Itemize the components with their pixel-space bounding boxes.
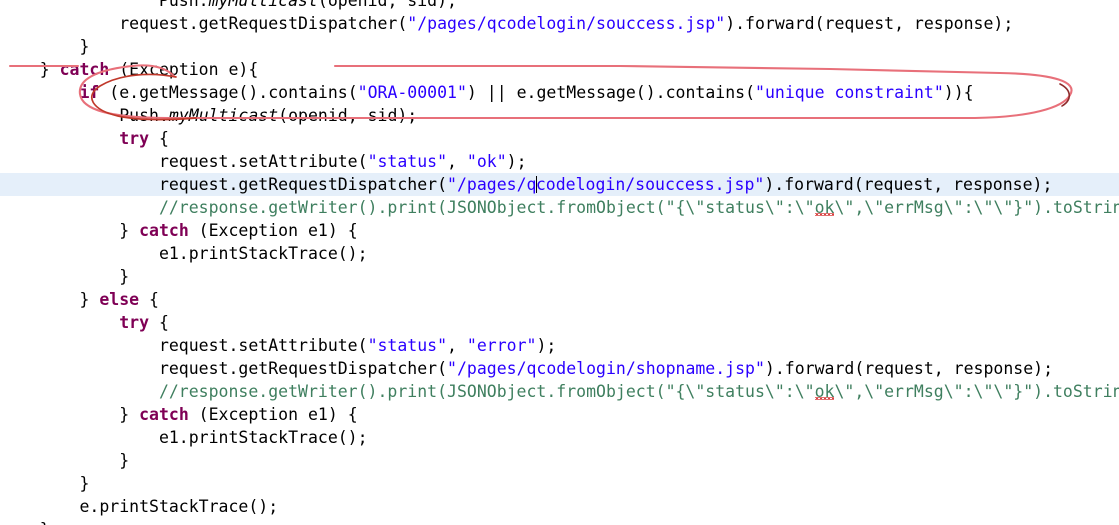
code-line[interactable]: try {	[0, 311, 1119, 334]
code-token-string: "ok"	[466, 152, 507, 171]
code-token-plain: }	[0, 290, 100, 309]
code-line[interactable]: }	[0, 265, 1119, 288]
code-token-plain: )){	[943, 83, 974, 102]
code-line[interactable]: Push.myMulticast(openid, sid);	[0, 104, 1119, 127]
code-text-area[interactable]: Push.myMulticast(openid, sid); request.g…	[0, 0, 1119, 525]
code-line[interactable]: Push.myMulticast(openid, sid);	[0, 0, 1119, 12]
code-line[interactable]: //response.getWriter().print(JSONObject.…	[0, 196, 1119, 219]
code-token-plain: );	[536, 336, 557, 355]
code-token-comment-misspelled: ok	[814, 382, 835, 401]
code-token-plain: (Exception e1) {	[188, 405, 358, 424]
code-line[interactable]: }	[0, 472, 1119, 495]
code-token-string: "status"	[367, 152, 448, 171]
code-token-comment: //response.getWriter().print(JSONObject.…	[0, 198, 815, 217]
code-token-plain: );	[506, 152, 527, 171]
code-token-comment-misspelled: ok	[814, 198, 835, 217]
code-editor-viewport[interactable]: Push.myMulticast(openid, sid); request.g…	[0, 0, 1119, 525]
code-line[interactable]: } else {	[0, 288, 1119, 311]
code-line[interactable]: e1.printStackTrace();	[0, 426, 1119, 449]
code-token-keyword: catch	[59, 60, 110, 79]
code-token-plain: e1.printStackTrace();	[0, 428, 368, 447]
code-token-plain: }	[0, 451, 130, 470]
code-line[interactable]: try {	[0, 127, 1119, 150]
code-token-plain: request.getRequestDispatcher(	[0, 14, 408, 33]
code-token-keyword: if	[79, 83, 100, 102]
code-token-comment: \",\"errMsg\":\"\"}").toString()	[834, 382, 1119, 401]
code-token-plain: request.getRequestDispatcher(	[0, 359, 448, 378]
code-token-plain: (e.getMessage().contains(	[99, 83, 358, 102]
code-token-comment: \",\"errMsg\":\"\"}").toString()	[834, 198, 1119, 217]
code-token-string: "/pages/qcodelogin/souccess.jsp"	[407, 14, 726, 33]
code-token-plain: request.getRequestDispatcher(	[0, 175, 448, 194]
code-token-keyword: catch	[139, 221, 189, 240]
code-token-string: "error"	[466, 336, 537, 355]
code-token-plain: ).forward(request, response);	[725, 14, 1014, 33]
code-line[interactable]: request.setAttribute("status", "ok");	[0, 150, 1119, 173]
code-token-plain: ).forward(request, response);	[764, 175, 1053, 194]
code-token-string: "/pages/qcodelogin/shopname.jsp"	[447, 359, 765, 378]
code-line[interactable]: e1.printStackTrace();	[0, 242, 1119, 265]
code-token-keyword: try	[119, 129, 150, 148]
code-token-plain: ,	[447, 336, 467, 355]
code-token-plain: request.setAttribute(	[0, 336, 368, 355]
code-token-plain: (Exception e1) {	[188, 221, 358, 240]
code-line[interactable]: }	[0, 35, 1119, 58]
code-token-plain: Push.	[0, 0, 209, 10]
code-token-string: codelogin/souccess.jsp"	[535, 175, 765, 194]
code-line[interactable]: }	[0, 449, 1119, 472]
code-line[interactable]: request.getRequestDispatcher("/pages/qco…	[0, 12, 1119, 35]
code-token-plain: (Exception e){	[109, 60, 259, 79]
code-token-plain: e.printStackTrace();	[0, 497, 279, 516]
code-token-string: "ORA-00001"	[357, 83, 467, 102]
code-line[interactable]: } catch (Exception e1) {	[0, 219, 1119, 242]
code-line[interactable]: //response.getWriter().print(JSONObject.…	[0, 380, 1119, 403]
code-token-keyword: else	[99, 290, 140, 309]
code-line[interactable]: } catch (Exception e1) {	[0, 403, 1119, 426]
code-token-plain: }	[0, 474, 90, 493]
code-token-plain: ) || e.getMessage().contains(	[466, 83, 756, 102]
code-token-plain: (openid, sid);	[278, 106, 418, 125]
code-token-string: "/pages/q	[447, 175, 537, 194]
code-token-plain: e1.printStackTrace();	[0, 244, 368, 263]
code-token-plain: }	[0, 37, 90, 56]
code-line[interactable]: request.setAttribute("status", "error");	[0, 334, 1119, 357]
code-token-plain: }	[0, 267, 130, 286]
code-token-plain: {	[149, 313, 169, 332]
code-line[interactable]: } catch (Exception e){	[0, 58, 1119, 81]
code-token-plain: request.setAttribute(	[0, 152, 368, 171]
code-line[interactable]: request.getRequestDispatcher("/pages/qco…	[0, 357, 1119, 380]
code-token-plain: {	[149, 129, 169, 148]
code-line[interactable]: e.printStackTrace();	[0, 495, 1119, 518]
code-token-plain: }	[0, 405, 140, 424]
code-token-plain: ).forward(request, response);	[764, 359, 1054, 378]
code-token-keyword: catch	[139, 405, 189, 424]
code-token-static: myMulticast	[208, 0, 318, 10]
code-line[interactable]: }	[0, 518, 1119, 525]
code-token-plain: (openid, sid);	[317, 0, 457, 10]
code-token-plain: }	[0, 60, 60, 79]
code-token-plain: {	[139, 290, 159, 309]
code-token-string: "unique constraint"	[755, 83, 944, 102]
code-token-keyword: try	[119, 313, 150, 332]
code-token-plain: ,	[447, 152, 467, 171]
code-token-comment: //response.getWriter().print(JSONObject.…	[0, 382, 815, 401]
code-token-string: "status"	[367, 336, 448, 355]
code-token-static: myMulticast	[168, 106, 279, 125]
code-token-plain: }	[0, 520, 50, 525]
code-line[interactable]: if (e.getMessage().contains("ORA-00001")…	[0, 81, 1119, 104]
code-token-plain: }	[0, 221, 140, 240]
code-line[interactable]: request.getRequestDispatcher("/pages/qco…	[0, 173, 1119, 196]
code-token-plain: Push.	[0, 106, 169, 125]
